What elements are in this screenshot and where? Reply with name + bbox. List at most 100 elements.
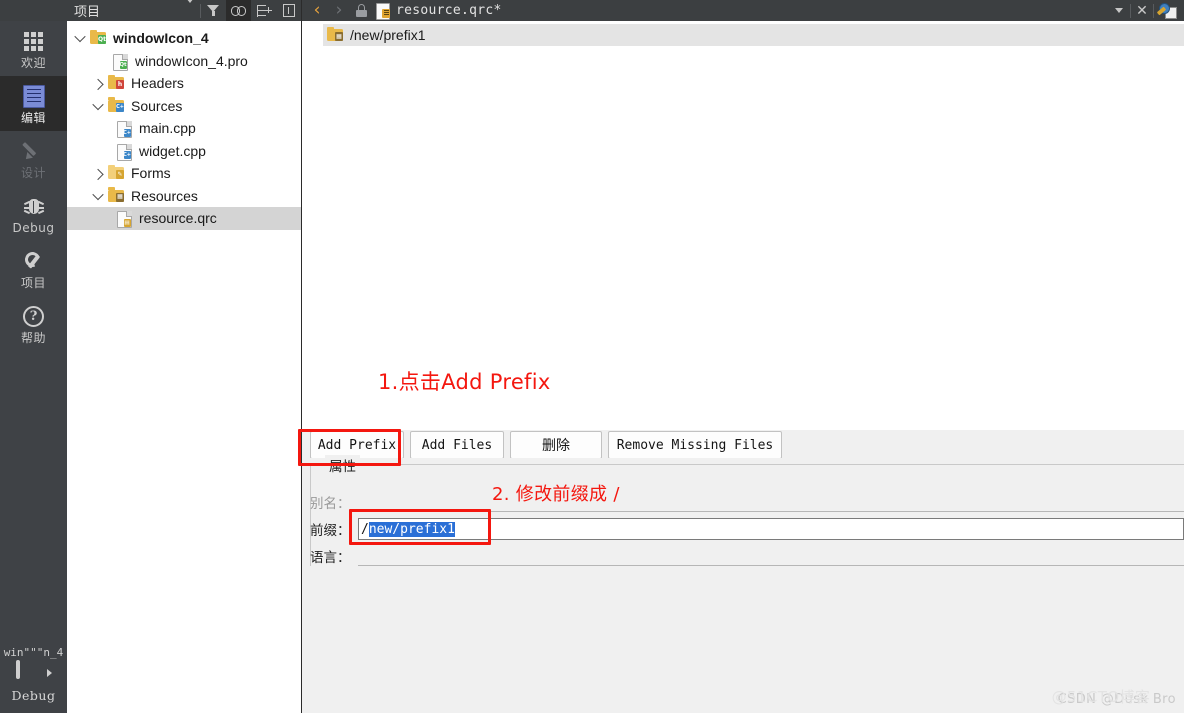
qrc-file-icon xyxy=(376,2,390,20)
kit-selector[interactable]: win"""n_4 Debug xyxy=(0,642,67,713)
add-files-button-label: Add Files xyxy=(421,437,493,453)
mode-edit-label: 编辑 xyxy=(20,111,46,125)
alias-input[interactable] xyxy=(358,492,1184,512)
pencil-icon xyxy=(23,138,45,164)
properties-group-title: 属性 xyxy=(325,455,360,475)
qrc-resource-tree: ▦ /new/prefix1 xyxy=(302,21,1184,428)
cpp-file-icon: C+ xyxy=(115,120,134,139)
filter-icon xyxy=(207,4,220,17)
document-list-dropdown-button[interactable] xyxy=(1108,0,1130,21)
split-pane-button[interactable] xyxy=(276,0,301,21)
project-view-combo[interactable]: 项目 xyxy=(67,0,200,21)
lock-toggle-button[interactable] xyxy=(350,0,372,21)
tree-item-forms[interactable]: ✎ Forms xyxy=(67,162,301,185)
tree-item-label: Headers xyxy=(131,75,184,92)
kit-project-name: win"""n_4 xyxy=(3,646,64,659)
prefix-folder-icon: ▦ xyxy=(327,26,345,43)
kit-selector-container: win"""n_4 Debug xyxy=(0,642,67,713)
qrc-file-icon: ▤ xyxy=(115,210,134,229)
editor-bottom-area: @51CTO博客 CSDN @Dusk Bro xyxy=(302,570,1184,713)
tree-item-label: resource.qrc xyxy=(139,210,217,227)
mode-help-label: 帮助 xyxy=(20,331,46,345)
language-label: 语言： xyxy=(310,550,351,566)
alias-field-row: 别名： xyxy=(310,491,1184,513)
close-icon: ✕ xyxy=(1136,2,1148,19)
split-pane-icon xyxy=(282,4,295,17)
forward-arrow-icon: › xyxy=(335,0,343,20)
twisty-expanded-icon[interactable] xyxy=(71,31,89,43)
tree-item-headers[interactable]: h Headers xyxy=(67,72,301,95)
add-list-icon xyxy=(256,4,272,17)
open-document-selector[interactable]: resource.qrc* xyxy=(376,2,502,20)
mode-selector-bar: 欢迎 编辑 设计 Debug 项目 ? 帮助 win"""n_4 Debug xyxy=(0,0,67,713)
watermark-ghost-text: @51CTO博客 xyxy=(1051,688,1151,706)
chevron-down-icon xyxy=(186,0,194,18)
navigate-forward-button[interactable]: › xyxy=(328,0,350,21)
chevron-down-icon xyxy=(1115,8,1123,13)
twisty-expanded-icon[interactable] xyxy=(89,98,107,110)
mode-edit[interactable]: 编辑 xyxy=(0,76,67,131)
tree-item-label: Sources xyxy=(131,97,183,114)
prefix-field-row: 前缀： / new/prefix1 xyxy=(310,518,1184,540)
tree-item-resource-qrc[interactable]: ▤ resource.qrc xyxy=(67,207,301,230)
mode-help[interactable]: ? 帮助 xyxy=(0,296,67,351)
language-input[interactable] xyxy=(358,546,1184,566)
mode-projects[interactable]: 项目 xyxy=(0,241,67,296)
kit-build-config-label: Debug xyxy=(11,688,56,703)
mode-welcome[interactable]: 欢迎 xyxy=(0,21,67,76)
monitor-icon xyxy=(15,660,43,684)
bug-icon xyxy=(23,193,44,219)
twisty-collapsed-icon[interactable] xyxy=(89,79,107,91)
watermark: @51CTO博客 CSDN @Dusk Bro xyxy=(1052,688,1176,707)
remove-missing-files-button-label: Remove Missing Files xyxy=(616,437,774,453)
editor-icon xyxy=(22,83,45,109)
prefix-input[interactable]: / new/prefix1 xyxy=(358,518,1184,540)
back-arrow-icon: ‹ xyxy=(313,0,321,20)
twisty-expanded-icon[interactable] xyxy=(89,188,107,200)
mode-design[interactable]: 设计 xyxy=(0,131,67,186)
mode-design-label: 设计 xyxy=(20,166,46,180)
remove-button[interactable]: 删除 xyxy=(510,431,602,459)
tree-item-label: main.cpp xyxy=(139,120,196,137)
tree-item-label: windowIcon_4 xyxy=(113,30,209,47)
pro-file-icon: Qt xyxy=(111,53,130,71)
filter-button[interactable] xyxy=(201,0,226,21)
add-files-button[interactable]: Add Files xyxy=(410,431,504,459)
tree-item-widget-cpp[interactable]: C+ widget.cpp xyxy=(67,140,301,163)
tree-item-windowicon4-pro[interactable]: Qt windowIcon_4.pro xyxy=(67,50,301,73)
remove-missing-files-button[interactable]: Remove Missing Files xyxy=(608,431,782,459)
tree-item-label: widget.cpp xyxy=(139,142,206,159)
split-editor-button[interactable] xyxy=(1154,0,1180,21)
mode-debug[interactable]: Debug xyxy=(0,186,67,241)
qrc-prefix-label: /new/prefix1 xyxy=(350,27,426,43)
qt-project-folder-icon: Qt xyxy=(89,29,108,46)
tree-item-windowicon4[interactable]: Qt windowIcon_4 xyxy=(67,27,301,50)
add-prefix-button-label: Add Prefix xyxy=(317,437,397,453)
mode-welcome-label: 欢迎 xyxy=(20,56,46,70)
sync-with-editor-button[interactable] xyxy=(226,0,251,21)
tree-item-main-cpp[interactable]: C+ main.cpp xyxy=(67,117,301,140)
link-icon xyxy=(230,5,247,16)
tree-item-resources[interactable]: ▦ Resources xyxy=(67,185,301,208)
navigate-back-button[interactable]: ‹ xyxy=(306,0,328,21)
sources-folder-icon: C+ xyxy=(107,97,126,114)
unlocked-icon xyxy=(355,4,367,17)
language-field-row: 语言： xyxy=(310,545,1184,567)
prefix-input-unselected-text: / xyxy=(361,521,369,537)
add-to-list-button[interactable] xyxy=(251,0,276,21)
remove-button-label: 删除 xyxy=(542,438,570,454)
resources-folder-icon: ▦ xyxy=(107,187,126,204)
qrc-prefix-row[interactable]: ▦ /new/prefix1 xyxy=(323,24,1184,46)
cpp-file-icon: C+ xyxy=(115,143,134,161)
close-document-button[interactable]: ✕ xyxy=(1131,0,1153,21)
twisty-collapsed-icon[interactable] xyxy=(89,169,107,181)
modebar-top-spacer xyxy=(0,0,67,21)
mode-debug-label: Debug xyxy=(12,221,55,235)
kit-expand-arrow-icon xyxy=(46,669,52,677)
tree-item-sources[interactable]: C+ Sources xyxy=(67,95,301,118)
project-tree: Qt windowIcon_4 Qt windowIcon_4.pro h He… xyxy=(67,21,301,230)
open-document-name: resource.qrc* xyxy=(396,3,502,18)
project-view-combo-label: 项目 xyxy=(74,5,101,20)
forms-folder-icon: ✎ xyxy=(107,164,126,181)
properties-group: 属性 别名： 前缀： / new/prefix1 语言： xyxy=(302,455,1184,570)
